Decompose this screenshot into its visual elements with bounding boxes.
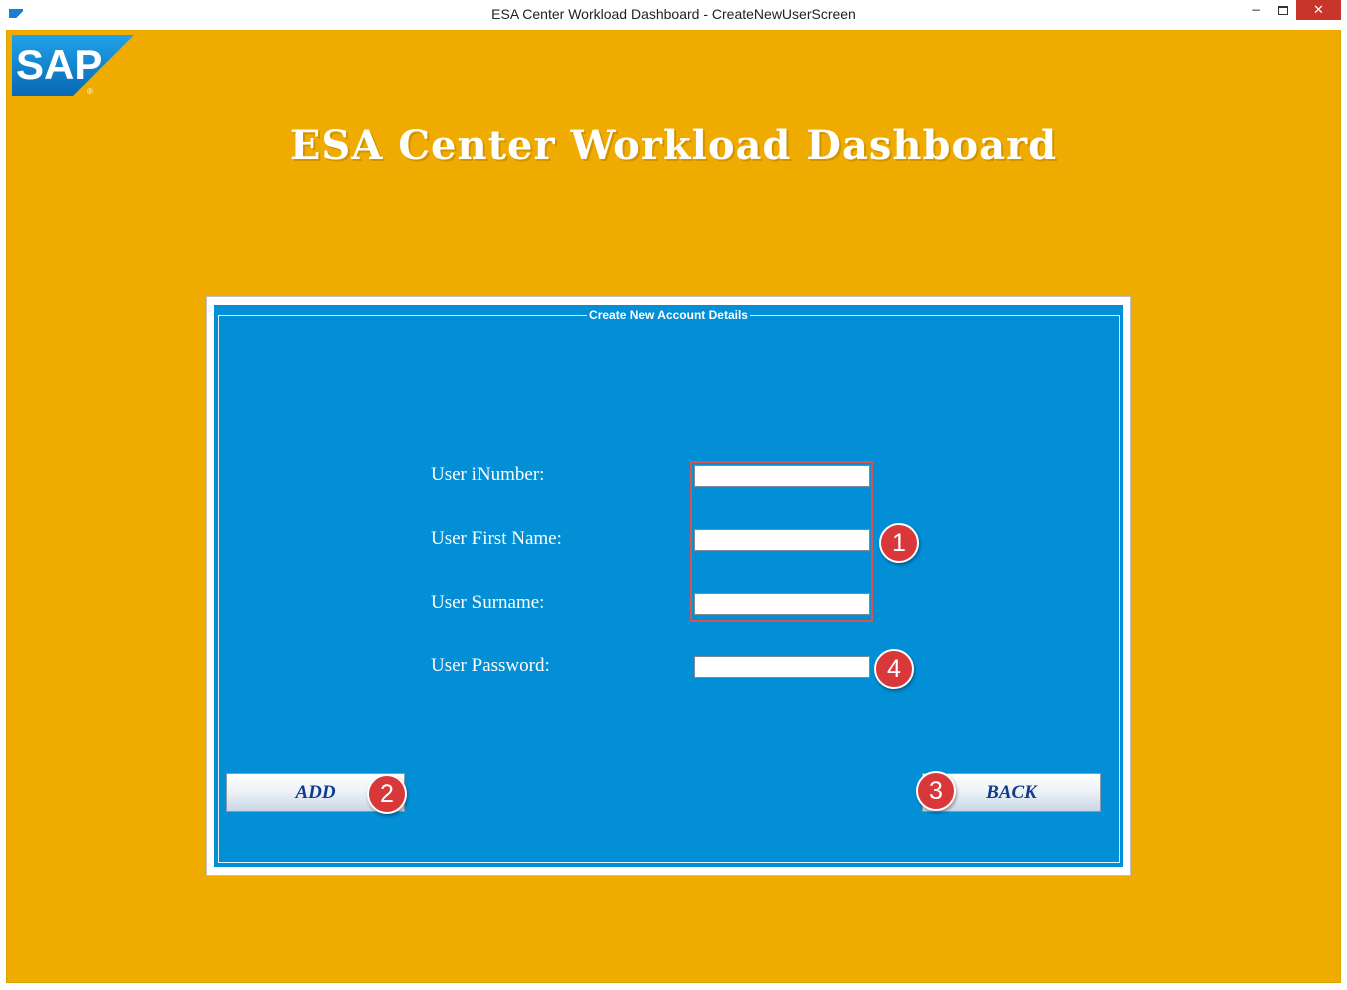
window-title-bar: ESA Center Workload Dashboard - CreateNe… xyxy=(0,0,1347,30)
first-name-label: User First Name: xyxy=(431,528,562,549)
sap-logo: SAP ® xyxy=(12,35,134,96)
annotation-marker-1: 1 xyxy=(879,523,919,563)
form-legend-text: Create New Account Details xyxy=(587,308,750,322)
sap-logo-text: SAP xyxy=(16,41,102,88)
password-input[interactable] xyxy=(694,656,870,678)
inumber-label: User iNumber: xyxy=(431,464,545,485)
annotation-marker-3: 3 xyxy=(916,771,956,811)
maximize-button[interactable] xyxy=(1270,0,1296,20)
page-title: ESA Center Workload Dashboard xyxy=(289,122,1058,169)
annotation-marker-2: 2 xyxy=(367,774,407,814)
minimize-button[interactable]: − xyxy=(1243,0,1269,20)
password-label: User Password: xyxy=(431,655,550,676)
surname-label: User Surname: xyxy=(431,592,545,613)
form-legend: Create New Account Details xyxy=(0,308,1337,322)
window-title: ESA Center Workload Dashboard - CreateNe… xyxy=(491,6,856,22)
close-button[interactable]: ✕ xyxy=(1296,0,1341,20)
maximize-icon xyxy=(1278,5,1288,15)
annotation-marker-4: 4 xyxy=(874,649,914,689)
first-name-input[interactable] xyxy=(694,529,870,551)
inumber-input[interactable] xyxy=(694,465,870,487)
registered-mark: ® xyxy=(87,87,93,96)
surname-input[interactable] xyxy=(694,593,870,615)
